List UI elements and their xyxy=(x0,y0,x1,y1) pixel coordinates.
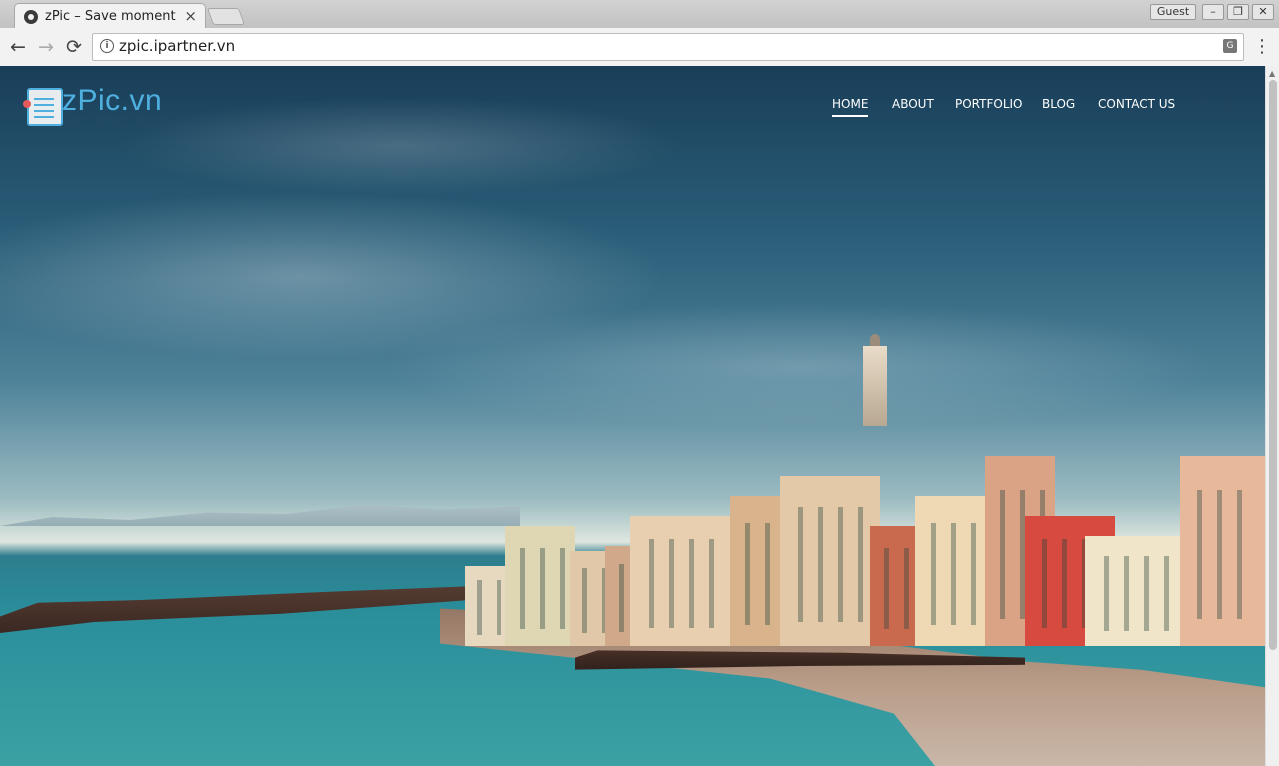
instagram-icon[interactable]: ◎ xyxy=(1222,98,1234,110)
nav-contact-us[interactable]: CONTACT US xyxy=(1098,97,1175,111)
scrollbar-thumb[interactable] xyxy=(1269,80,1277,650)
building xyxy=(915,496,995,646)
browser-toolbar: ← → ⟳ i zpic.ipartner.vn G ⋮ xyxy=(0,28,1279,67)
menu-icon[interactable]: ⋮ xyxy=(1252,35,1272,59)
reload-icon[interactable]: ⟳ xyxy=(62,35,86,59)
building xyxy=(780,476,880,646)
site-favicon-icon xyxy=(24,10,38,24)
translate-icon[interactable]: G xyxy=(1223,39,1237,53)
hero-image xyxy=(0,66,1265,766)
profile-button[interactable]: Guest xyxy=(1150,4,1196,20)
url-text[interactable]: zpic.ipartner.vn xyxy=(119,37,235,55)
logo-text: zPic.vn xyxy=(62,84,163,117)
browser-tab[interactable]: zPic – Save moment forever × xyxy=(14,3,206,30)
building xyxy=(570,551,610,646)
building xyxy=(1180,456,1265,646)
nav-home[interactable]: HOME xyxy=(832,97,869,117)
info-icon[interactable]: i xyxy=(100,39,114,53)
minimize-button[interactable]: – xyxy=(1202,4,1224,20)
hero-pier xyxy=(0,586,470,633)
building xyxy=(1085,536,1195,646)
nav-blog[interactable]: BLOG xyxy=(1042,97,1075,111)
nav-portfolio[interactable]: PORTFOLIO xyxy=(955,97,1023,111)
logo-tagline: Save memories forever xyxy=(64,114,168,125)
new-tab-button[interactable] xyxy=(206,8,246,25)
tab-close-icon[interactable]: × xyxy=(184,7,197,25)
building xyxy=(465,566,505,646)
browser-titlebar: zPic – Save moment forever × Guest – ❐ ✕ xyxy=(0,0,1279,30)
building xyxy=(505,526,575,646)
close-window-button[interactable]: ✕ xyxy=(1252,4,1274,20)
hero-town xyxy=(465,334,1265,646)
hero-bell-tower xyxy=(863,334,887,426)
tab-title: zPic – Save moment forever xyxy=(45,9,180,24)
back-icon[interactable]: ← xyxy=(6,35,30,59)
site-logo[interactable]: zPic.vn Save memories forever xyxy=(23,84,177,128)
facebook-icon[interactable]: f xyxy=(1194,98,1206,110)
forward-icon[interactable]: → xyxy=(34,35,58,59)
address-bar[interactable]: i zpic.ipartner.vn G xyxy=(92,33,1244,61)
restore-button[interactable]: ❐ xyxy=(1227,4,1249,20)
nav-about[interactable]: ABOUT xyxy=(892,97,934,111)
building xyxy=(630,516,740,646)
scroll-up-icon[interactable]: ▲ xyxy=(1269,69,1275,78)
hero-mountains xyxy=(0,505,520,526)
logo-icon xyxy=(23,88,63,126)
page-scrollbar[interactable]: ▲ xyxy=(1265,66,1279,766)
